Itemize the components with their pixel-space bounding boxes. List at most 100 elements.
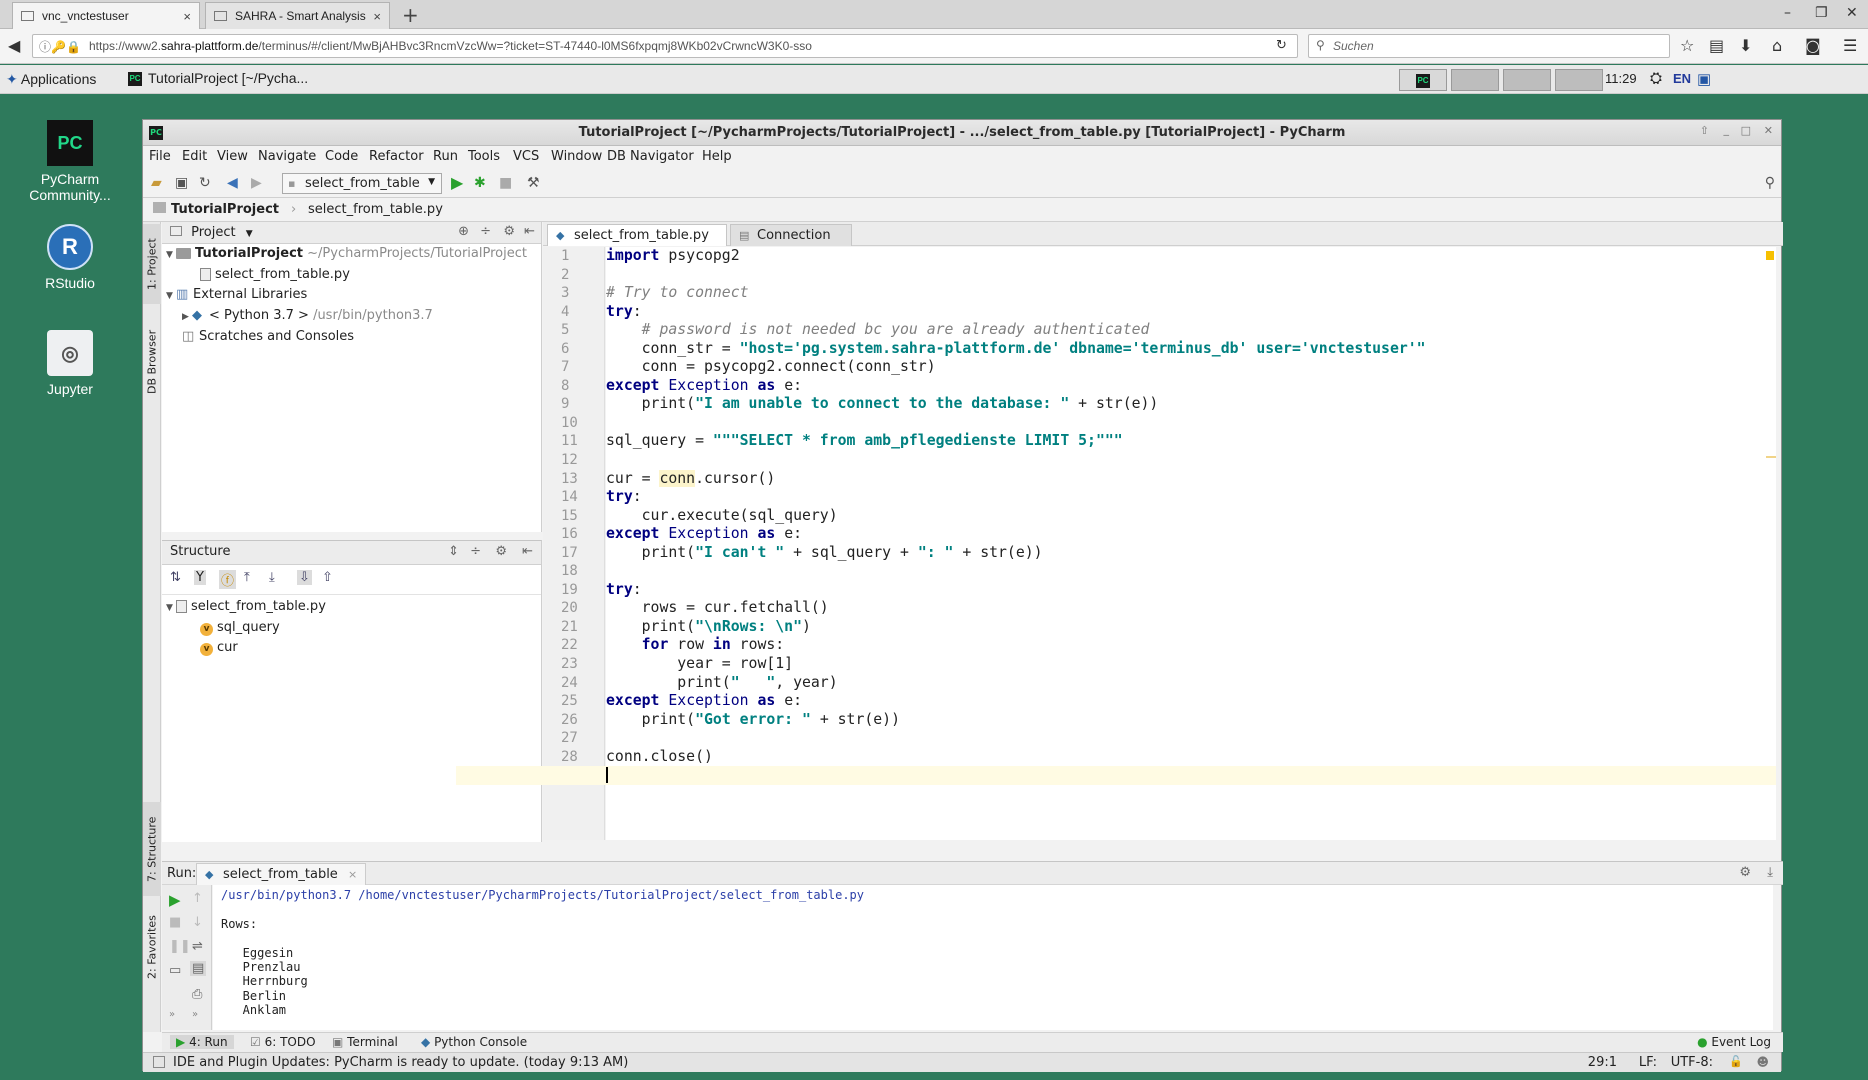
menu-window[interactable]: Window bbox=[551, 149, 602, 164]
pocket-icon[interactable]: ◙ bbox=[1805, 36, 1821, 55]
rerun-icon[interactable]: ▶ bbox=[169, 891, 181, 909]
stop-icon[interactable]: ■ bbox=[499, 175, 512, 191]
tab-connection[interactable]: ▤ Connection × bbox=[730, 224, 852, 257]
scroll-to-end-icon[interactable]: ▤ bbox=[190, 961, 207, 976]
url-bar[interactable]: ⓘ🔑🔒 https://www2.sahra-plattform.de/term… bbox=[32, 34, 1298, 58]
menu-edit[interactable]: Edit bbox=[182, 149, 207, 164]
hide-panel-icon[interactable]: ⤓ bbox=[1767, 865, 1773, 880]
menu-icon[interactable]: ☰ bbox=[1843, 36, 1857, 55]
collapsed-arrow-icon[interactable]: ▶ bbox=[182, 312, 192, 322]
breadcrumb-file[interactable]: select_from_table.py bbox=[308, 202, 443, 217]
expand-all-icon[interactable]: ⤒ bbox=[244, 570, 250, 585]
chevron-down-icon[interactable]: ▼ bbox=[246, 229, 253, 239]
search-input[interactable]: ⚲ Suchen bbox=[1308, 34, 1670, 58]
expanded-arrow-icon[interactable]: ▼ bbox=[166, 250, 176, 260]
browser-tab-vnc[interactable]: vnc_vnctestuser × bbox=[12, 2, 200, 29]
close-icon[interactable]: ✕ bbox=[1764, 124, 1773, 137]
inspector-icon[interactable]: ☻ bbox=[1756, 1055, 1769, 1069]
desktop-icon-jupyter[interactable]: ◎ Jupyter bbox=[22, 330, 118, 397]
close-tab-icon[interactable]: × bbox=[373, 9, 381, 24]
restore-icon[interactable]: ❐ bbox=[1815, 5, 1828, 21]
up-icon[interactable]: ↑ bbox=[192, 891, 203, 906]
autoscroll-to-source-icon[interactable]: ⇩ bbox=[297, 570, 312, 585]
close-tab-icon[interactable]: × bbox=[348, 868, 357, 881]
library-icon[interactable]: ▤ bbox=[1709, 36, 1724, 55]
menu-db-navigator[interactable]: DB Navigator bbox=[607, 149, 694, 164]
minimize-icon[interactable]: – bbox=[1784, 5, 1791, 21]
sort-alpha-icon[interactable]: ⇅ bbox=[170, 570, 181, 585]
tool-windows-toggle-icon[interactable] bbox=[153, 1056, 165, 1068]
back-icon[interactable]: ◀ bbox=[227, 175, 238, 191]
home-icon[interactable]: ⌂ bbox=[1772, 36, 1782, 55]
menu-run[interactable]: Run bbox=[433, 149, 458, 164]
tab-select-from-table[interactable]: ◆ select_from_table.py × bbox=[547, 224, 727, 257]
save-icon[interactable]: ▣ bbox=[175, 175, 188, 191]
caret-position[interactable]: 29:1 bbox=[1588, 1055, 1617, 1070]
forward-icon[interactable]: ▶ bbox=[251, 175, 262, 191]
more-icon[interactable]: » bbox=[169, 1009, 175, 1020]
menu-code[interactable]: Code bbox=[325, 149, 358, 164]
open-folder-icon[interactable]: ▰ bbox=[151, 175, 162, 191]
menu-navigate[interactable]: Navigate bbox=[258, 149, 316, 164]
menu-view[interactable]: View bbox=[217, 149, 248, 164]
sync-icon[interactable]: ↻ bbox=[199, 175, 211, 191]
tool-tab-project[interactable]: 1: Project bbox=[143, 224, 161, 304]
down-icon[interactable]: ↓ bbox=[192, 915, 203, 930]
run-console-output[interactable]: /usr/bin/python3.7 /home/vnctestuser/Pyc… bbox=[213, 885, 1773, 1030]
project-panel-title[interactable]: Project bbox=[191, 225, 235, 240]
collapse-icon[interactable]: ÷ bbox=[480, 224, 491, 239]
tool-tab-terminal[interactable]: ▣ Terminal bbox=[332, 1035, 398, 1049]
desktop-icon-pycharm[interactable]: PC PyCharm Community... bbox=[22, 120, 118, 203]
autoscroll-from-source-icon[interactable]: ⇧ bbox=[322, 570, 333, 585]
file-encoding[interactable]: UTF-8: bbox=[1671, 1055, 1713, 1070]
search-everywhere-icon[interactable]: ⚲ bbox=[1765, 175, 1775, 191]
desktop-icon-rstudio[interactable]: R RStudio bbox=[22, 224, 118, 291]
display-icon[interactable]: ▣ bbox=[1697, 70, 1711, 88]
event-log-button[interactable]: ● Event Log bbox=[1697, 1035, 1771, 1049]
applications-menu[interactable]: ✦ Applications bbox=[6, 71, 96, 88]
menu-refactor[interactable]: Refactor bbox=[369, 149, 424, 164]
menu-tools[interactable]: Tools bbox=[468, 149, 500, 164]
menu-file[interactable]: File bbox=[149, 149, 171, 164]
reload-icon[interactable]: ↻ bbox=[1276, 38, 1287, 53]
tool-tab-favorites[interactable]: 2: Favorites bbox=[143, 902, 161, 992]
soft-wrap-icon[interactable]: ⇌ bbox=[192, 939, 203, 954]
back-icon[interactable]: ◀ bbox=[8, 36, 20, 55]
browser-tab-sahra[interactable]: SAHRA - Smart Analysis H... × bbox=[205, 2, 390, 29]
more-icon[interactable]: » bbox=[192, 1009, 198, 1020]
run-configuration-select[interactable]: ▪ select_from_table ▼ bbox=[282, 173, 442, 194]
maximize-icon[interactable]: □ bbox=[1741, 124, 1751, 137]
line-separator[interactable]: LF: bbox=[1639, 1055, 1657, 1070]
breadcrumb-project[interactable]: TutorialProject bbox=[171, 202, 279, 217]
menu-help[interactable]: Help bbox=[702, 149, 732, 164]
settings-wrench-icon[interactable]: ⚒ bbox=[527, 175, 540, 191]
tool-tab-run[interactable]: ▶ 4: Run bbox=[170, 1035, 234, 1049]
download-icon[interactable]: ⬇ bbox=[1739, 36, 1752, 55]
expanded-arrow-icon[interactable]: ▼ bbox=[166, 291, 176, 301]
expanded-arrow-icon[interactable]: ▼ bbox=[166, 603, 176, 613]
menu-vcs[interactable]: VCS bbox=[513, 149, 539, 164]
tool-tab-structure[interactable]: 7: Structure bbox=[143, 802, 161, 896]
gear-icon[interactable]: ⚙ bbox=[1739, 865, 1751, 880]
run-icon[interactable]: ▶ bbox=[451, 173, 463, 192]
code-editor[interactable]: import psycopg2 # Try to connect try: # … bbox=[456, 247, 1776, 840]
minimize-icon[interactable]: _ bbox=[1724, 123, 1730, 136]
restore-layout-icon[interactable]: ▭ bbox=[169, 963, 181, 978]
pause-icon[interactable]: ❚❚ bbox=[169, 939, 191, 954]
workspace-2[interactable] bbox=[1451, 69, 1499, 91]
stop-icon[interactable]: ■ bbox=[169, 915, 181, 930]
hide-panel-icon[interactable]: ⇤ bbox=[524, 224, 535, 239]
workspace-1[interactable]: PC bbox=[1399, 69, 1447, 91]
workspace-4[interactable] bbox=[1555, 69, 1603, 91]
tool-tab-db-browser[interactable]: DB Browser bbox=[143, 312, 161, 412]
close-window-icon[interactable]: ✕ bbox=[1846, 5, 1858, 21]
gear-icon[interactable]: ⚙ bbox=[503, 224, 515, 239]
tool-tab-todo[interactable]: ☑ 6: TODO bbox=[250, 1035, 316, 1049]
workspace-3[interactable] bbox=[1503, 69, 1551, 91]
window-titlebar[interactable]: PC TutorialProject [~/PycharmProjects/Tu… bbox=[143, 120, 1781, 146]
pin-icon[interactable]: ⇧ bbox=[1700, 124, 1709, 137]
tool-tab-python-console[interactable]: ◆ Python Console bbox=[421, 1035, 527, 1049]
taskbar-item-pycharm[interactable]: PC TutorialProject [~/Pycha... bbox=[120, 68, 316, 91]
close-tab-icon[interactable]: × bbox=[183, 9, 191, 24]
status-message[interactable]: IDE and Plugin Updates: PyCharm is ready… bbox=[173, 1055, 628, 1070]
